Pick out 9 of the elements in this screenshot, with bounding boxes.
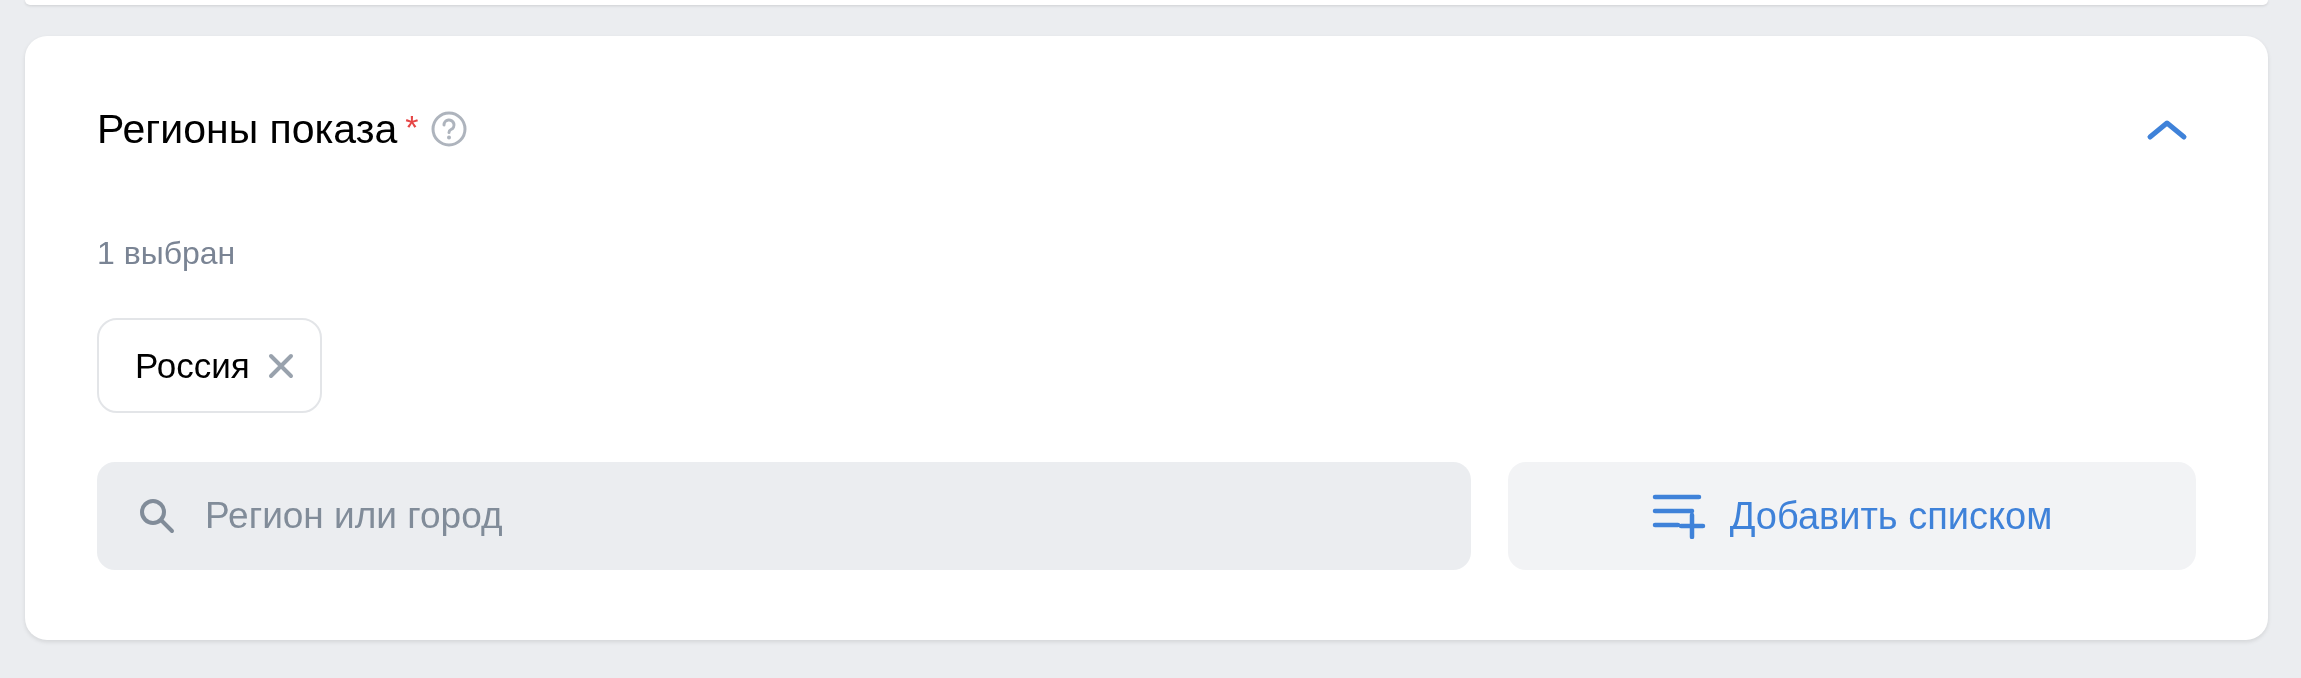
- search-icon: [137, 496, 177, 536]
- list-add-icon: [1651, 493, 1708, 539]
- required-mark: *: [405, 108, 419, 147]
- add-list-button[interactable]: Добавить списком: [1508, 462, 2196, 570]
- section-title: Регионы показа: [97, 108, 398, 150]
- chip-label: Россия: [135, 345, 250, 386]
- search-field[interactable]: Регион или город: [97, 462, 1471, 570]
- close-icon[interactable]: [267, 352, 294, 379]
- selected-count: 1 выбран: [97, 234, 236, 273]
